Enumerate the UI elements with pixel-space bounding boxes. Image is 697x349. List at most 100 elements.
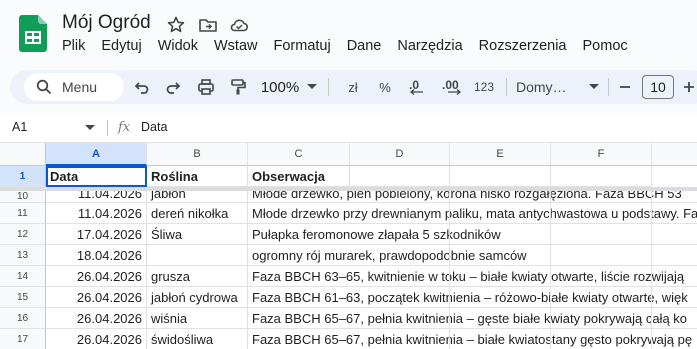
- column-header-a[interactable]: A: [46, 143, 147, 166]
- search-icon: [36, 79, 52, 95]
- row-header-11[interactable]: 11: [0, 203, 46, 224]
- table-cell[interactable]: [350, 329, 450, 349]
- menu-insert[interactable]: Wstaw: [214, 38, 258, 54]
- row-header-10[interactable]: 10: [0, 191, 46, 203]
- column-header-e[interactable]: E: [450, 143, 551, 166]
- table-cell[interactable]: 26.04.2026: [46, 308, 147, 329]
- table-cell[interactable]: [551, 308, 652, 329]
- table-cell[interactable]: [350, 308, 450, 329]
- row-header-17[interactable]: 17: [0, 329, 46, 349]
- table-cell[interactable]: dereń nikołka: [147, 203, 248, 224]
- table-cell[interactable]: [551, 329, 652, 349]
- menu-tools[interactable]: Narzędzia: [397, 38, 462, 54]
- dropdown-arrow-icon[interactable]: [85, 125, 95, 131]
- table-cell[interactable]: świdośliwa: [147, 329, 248, 349]
- font-family-select[interactable]: Domy…: [516, 70, 602, 104]
- currency-format-button[interactable]: zł: [340, 70, 366, 104]
- cloud-saved-icon[interactable]: [229, 15, 249, 35]
- menu-view[interactable]: Widok: [158, 38, 198, 54]
- table-cell[interactable]: grusza: [147, 266, 248, 287]
- name-box[interactable]: A1: [12, 120, 27, 134]
- decrease-decimal-button[interactable]: .0: [405, 70, 435, 104]
- column-header-d[interactable]: D: [350, 143, 450, 166]
- table-cell[interactable]: [450, 191, 551, 203]
- header-cell[interactable]: Obserwacja: [248, 166, 350, 187]
- row-header-1[interactable]: 1: [0, 166, 46, 187]
- table-cell[interactable]: [350, 287, 450, 308]
- menu-edit[interactable]: Edytuj: [101, 38, 141, 54]
- table-cell[interactable]: 18.04.2026: [46, 245, 147, 266]
- header-cell[interactable]: [551, 166, 652, 187]
- table-cell[interactable]: [551, 266, 652, 287]
- table-cell[interactable]: [450, 245, 551, 266]
- column-header-b[interactable]: B: [147, 143, 248, 166]
- redo-button[interactable]: [163, 70, 183, 104]
- row-header-12[interactable]: 12: [0, 224, 46, 245]
- table-cell[interactable]: 26.04.2026: [46, 329, 147, 349]
- table-cell[interactable]: [551, 224, 652, 245]
- header-cell[interactable]: [450, 166, 551, 187]
- menu-file[interactable]: Plik: [62, 38, 85, 54]
- font-size-input[interactable]: 10: [642, 75, 674, 99]
- table-cell[interactable]: jabłoń: [147, 191, 248, 203]
- table-cell[interactable]: [450, 203, 551, 224]
- menu-format[interactable]: Formatuj: [273, 38, 330, 54]
- font-size-decrease-button[interactable]: [616, 70, 634, 104]
- star-icon[interactable]: [166, 15, 186, 35]
- spreadsheet-grid: A B C D E F 1 Data Roślina Obserwacja 10 11.04.2026…: [0, 143, 697, 349]
- menu-extensions[interactable]: Rozszerzenia: [479, 38, 567, 54]
- paint-format-button[interactable]: [227, 70, 249, 104]
- column-header-f[interactable]: F: [551, 143, 652, 166]
- header-cell[interactable]: [350, 166, 450, 187]
- frozen-rows-divider[interactable]: [0, 187, 697, 191]
- sheets-logo-icon[interactable]: [19, 15, 47, 52]
- column-header[interactable]: [652, 143, 697, 166]
- header-cell[interactable]: Roślina: [147, 166, 248, 187]
- print-button[interactable]: [195, 70, 217, 104]
- table-cell[interactable]: [551, 245, 652, 266]
- move-folder-icon[interactable]: [198, 15, 218, 35]
- select-all-corner[interactable]: [0, 143, 46, 166]
- redo-icon: [166, 82, 181, 94]
- table-cell[interactable]: jabłoń cydrowa: [147, 287, 248, 308]
- table-cell[interactable]: 26.04.2026: [46, 287, 147, 308]
- table-cell[interactable]: [450, 329, 551, 349]
- table-cell[interactable]: [551, 287, 652, 308]
- undo-button[interactable]: [132, 70, 152, 104]
- percent-format-button[interactable]: %: [374, 70, 396, 104]
- table-cell[interactable]: [450, 266, 551, 287]
- table-cell[interactable]: wiśnia: [147, 308, 248, 329]
- table-cell[interactable]: 17.04.2026: [46, 224, 147, 245]
- table-cell[interactable]: Śliwa: [147, 224, 248, 245]
- row-header-15[interactable]: 15: [0, 287, 46, 308]
- zoom-select[interactable]: 100%: [260, 70, 318, 104]
- table-cell[interactable]: [350, 224, 450, 245]
- row-header-16[interactable]: 16: [0, 308, 46, 329]
- table-cell[interactable]: 26.04.2026: [46, 266, 147, 287]
- table-cell[interactable]: [450, 308, 551, 329]
- table-cell[interactable]: 11.04.2026: [46, 203, 147, 224]
- formula-input[interactable]: Data: [141, 120, 167, 134]
- row-header-14[interactable]: 14: [0, 266, 46, 287]
- search-menus-button[interactable]: Menu: [24, 73, 124, 101]
- increase-decimal-button[interactable]: .00: [438, 70, 470, 104]
- table-cell[interactable]: [450, 224, 551, 245]
- menu-help[interactable]: Pomoc: [583, 38, 628, 54]
- table-cell[interactable]: [551, 191, 652, 203]
- menu-data[interactable]: Dane: [347, 38, 382, 54]
- table-cell[interactable]: [350, 245, 450, 266]
- table-cell[interactable]: 11.04.2026: [46, 191, 147, 203]
- table-cell[interactable]: [147, 245, 248, 266]
- table-cell[interactable]: [350, 191, 450, 203]
- decrease-decimal-icon: .0: [409, 78, 423, 95]
- column-header-c[interactable]: C: [248, 143, 350, 166]
- table-cell[interactable]: [350, 266, 450, 287]
- document-title[interactable]: Mój Ogród: [62, 12, 151, 34]
- table-cell[interactable]: [551, 203, 652, 224]
- header-cell[interactable]: Data: [46, 166, 147, 187]
- table-cell[interactable]: [350, 203, 450, 224]
- number-format-button[interactable]: 123: [472, 70, 496, 104]
- row-header-13[interactable]: 13: [0, 245, 46, 266]
- table-cell[interactable]: [450, 287, 551, 308]
- font-size-increase-button[interactable]: [680, 70, 697, 104]
